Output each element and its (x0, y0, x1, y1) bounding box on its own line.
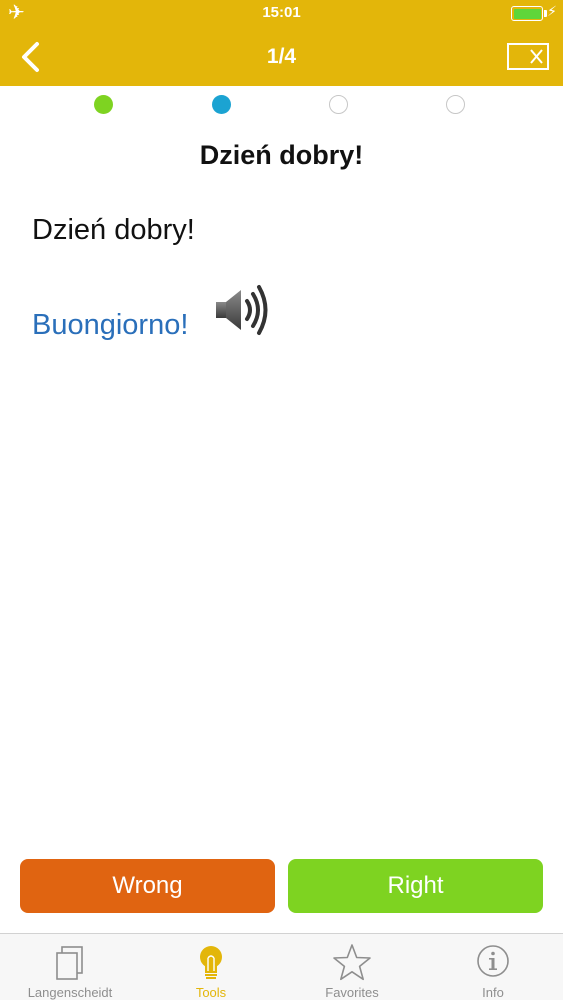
tab-bar: Langenscheidt Tools Favorites Info (0, 933, 563, 1000)
status-time: 15:01 (262, 4, 301, 21)
wrong-button[interactable]: Wrong (20, 859, 275, 913)
progress-dot-3 (329, 95, 348, 114)
battery-icon (511, 6, 543, 21)
progress-dots (0, 95, 563, 115)
tab-label: Favorites (325, 985, 379, 1000)
right-button[interactable]: Right (288, 859, 543, 913)
tab-langenscheidt[interactable]: Langenscheidt (0, 934, 140, 1000)
book-icon (56, 946, 83, 980)
tab-label: Info (482, 985, 504, 1000)
tab-label: Langenscheidt (27, 985, 113, 1000)
page-title: 1/4 (266, 45, 297, 68)
tab-label: Tools (195, 985, 227, 1000)
progress-dot-2 (212, 95, 231, 114)
progress-dot-4 (446, 95, 465, 114)
speaker-icon (216, 285, 268, 335)
source-phrase: Dzień dobry! (32, 214, 195, 246)
speaker-button[interactable] (213, 283, 271, 337)
card-title: Dzień dobry! (199, 140, 364, 170)
top-bar: ✈ 15:01 ⚡ 1/4 (0, 0, 563, 86)
close-x-icon (507, 43, 549, 70)
lightbulb-icon (200, 946, 222, 979)
info-icon (477, 945, 509, 977)
tab-favorites[interactable]: Favorites (282, 934, 422, 1000)
tab-info[interactable]: Info (423, 934, 563, 1000)
close-button[interactable] (507, 43, 549, 70)
star-icon (333, 944, 371, 981)
progress-dot-1 (94, 95, 113, 114)
translation-phrase: Buongiorno! (32, 309, 189, 341)
tab-tools[interactable]: Tools (141, 934, 281, 1000)
charging-bolt-icon: ⚡ (547, 3, 557, 19)
